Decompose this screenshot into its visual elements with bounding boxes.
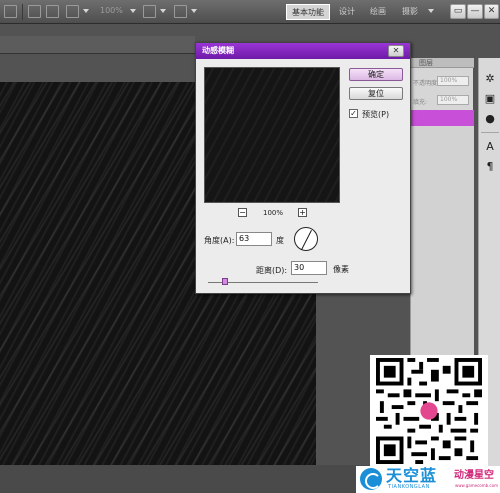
distance-field[interactable]: 30	[291, 261, 327, 275]
preview-zoom-level: 100%	[262, 209, 283, 217]
view-extras-icon[interactable]	[66, 5, 79, 18]
character-icon[interactable]: A	[483, 140, 497, 154]
toolbar-divider	[22, 4, 23, 20]
document-tab-bar	[0, 36, 195, 54]
logo-subtext: TIANKONGLAN	[388, 484, 430, 490]
arrange-documents-icon[interactable]	[143, 5, 156, 18]
ok-button[interactable]: 确定	[349, 68, 403, 81]
close-button[interactable]: ✕	[388, 45, 404, 57]
workspace-photography-button[interactable]: 摄影	[400, 4, 420, 20]
logo-icon	[360, 468, 382, 490]
angle-dial[interactable]	[294, 227, 318, 251]
panel-divider	[481, 132, 499, 133]
fill-label: 填充:	[413, 99, 428, 106]
fill-field[interactable]: 100%	[437, 95, 469, 105]
chevron-down-icon[interactable]	[130, 9, 136, 13]
screen-mode-icon[interactable]	[174, 5, 187, 18]
minimize-button[interactable]: —	[467, 4, 483, 19]
angle-field[interactable]: 63	[236, 232, 272, 246]
chevron-down-icon[interactable]	[428, 9, 434, 13]
brand-url: www.gamecomb.com	[455, 483, 498, 488]
qr-code	[370, 355, 488, 467]
angle-label: 角度(A):	[204, 236, 235, 245]
logo-text: 天空蓝	[386, 466, 438, 485]
pasteboard	[0, 54, 195, 82]
close-button[interactable]: ✕	[484, 4, 499, 19]
angle-dial-needle	[301, 229, 312, 251]
preview-label[interactable]: 预览(P)	[362, 109, 389, 120]
compact-view-icon[interactable]: ▭	[450, 4, 466, 19]
workspace-design-button[interactable]: 设计	[337, 4, 357, 20]
brand-logo: 天空蓝 TIANKONGLAN 动漫星空 www.gamecomb.com	[356, 466, 500, 493]
preview-checkbox[interactable]: ✓	[349, 109, 358, 118]
qr-code-image	[376, 358, 482, 464]
dialog-title[interactable]: 动感模糊	[196, 43, 410, 59]
histogram-icon[interactable]: ▣	[483, 92, 497, 106]
minibridge-icon[interactable]	[46, 5, 59, 18]
navigator-icon[interactable]: ✲	[483, 72, 497, 86]
info-icon[interactable]: ●	[483, 112, 497, 126]
preview-image[interactable]	[204, 67, 340, 203]
tab-layers[interactable]: 图层	[411, 58, 474, 68]
distance-slider-thumb[interactable]	[222, 278, 228, 285]
application-bar: 100% 基本功能 设计 绘画 摄影 ▭ — ✕	[0, 0, 500, 24]
chevron-down-icon[interactable]	[191, 9, 197, 13]
opacity-field[interactable]: 100%	[437, 76, 469, 86]
selected-layer-row[interactable]	[411, 110, 474, 126]
bridge-icon[interactable]	[28, 5, 41, 18]
zoom-out-button[interactable]: −	[238, 208, 247, 217]
chevron-down-icon[interactable]	[83, 9, 89, 13]
workspace-painting-button[interactable]: 绘画	[368, 4, 388, 20]
distance-unit: 像素	[333, 265, 349, 274]
motion-blur-dialog: 动感模糊 ✕ − 100% + 确定 复位 ✓ 预览(P) 角度(A): 63 …	[195, 42, 411, 294]
angle-unit: 度	[276, 236, 284, 245]
home-icon[interactable]	[4, 5, 17, 18]
distance-label: 距离(D):	[256, 266, 288, 275]
chevron-down-icon[interactable]	[160, 9, 166, 13]
workspace-essentials-button[interactable]: 基本功能	[286, 4, 330, 20]
zoom-level[interactable]: 100%	[100, 6, 123, 15]
zoom-in-button[interactable]: +	[298, 208, 307, 217]
opacity-label: 不透明度:	[413, 80, 440, 87]
paragraph-icon[interactable]: ¶	[483, 160, 497, 174]
reset-button[interactable]: 复位	[349, 87, 403, 100]
brand-tag: 动漫星空	[454, 470, 494, 481]
